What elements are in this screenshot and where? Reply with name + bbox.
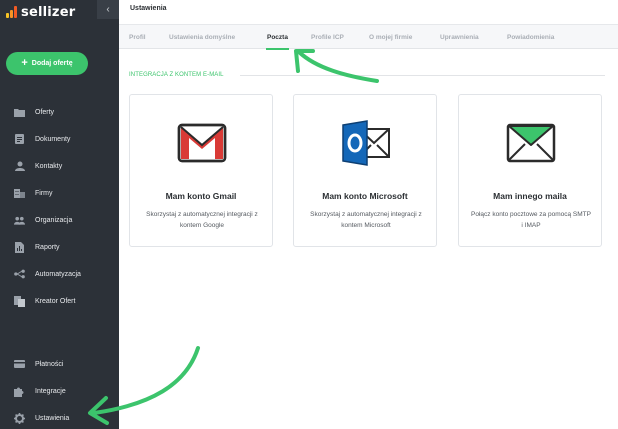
- card-description: Połącz konto pocztowe za pomocą SMTP i I…: [471, 211, 591, 229]
- gear-icon: [14, 412, 25, 424]
- section-heading: INTEGRACJA Z KONTEM E-MAIL: [129, 72, 224, 78]
- people-icon: [14, 215, 25, 226]
- tab-profile-icp[interactable]: Profile ICP: [311, 25, 344, 49]
- document-icon: [14, 134, 25, 145]
- sidebar-item-label: Kontakty: [35, 162, 63, 170]
- tab-poczta[interactable]: Poczta: [266, 25, 289, 50]
- gmail-card[interactable]: Mam konto Gmail Skorzystaj z automatyczn…: [129, 94, 273, 247]
- sidebar-item-label: Oferty: [35, 108, 55, 116]
- brand-name: sellizer: [21, 4, 76, 20]
- sidebar-item-label: Ustawienia: [35, 414, 70, 422]
- card-title: Mam konto Microsoft: [322, 191, 408, 201]
- add-offer-label: Dodaj ofertę: [31, 60, 73, 67]
- sidebar-item-dokumenty[interactable]: Dokumenty: [0, 128, 119, 150]
- card-title: Mam innego maila: [493, 191, 567, 201]
- tab-ustawienia-domyslne[interactable]: Ustawienia domyślne: [169, 25, 235, 49]
- sidebar-item-automatyzacja[interactable]: Automatyzacja: [0, 263, 119, 285]
- sidebar-item-kontakty[interactable]: Kontakty: [0, 155, 119, 177]
- top-bar: Ustawienia: [119, 0, 618, 25]
- offer-builder-icon: [14, 295, 25, 307]
- arrow-to-poczta-tab: [294, 49, 379, 83]
- report-icon: [14, 241, 25, 253]
- collapse-sidebar-button[interactable]: ‹: [97, 0, 119, 19]
- sidebar-item-label: Integracje: [35, 387, 66, 395]
- puzzle-icon: [14, 386, 25, 397]
- outlook-icon: [341, 119, 391, 167]
- sidebar-item-label: Raporty: [35, 243, 60, 251]
- tab-o-mojej-firmie[interactable]: O mojej firmie: [369, 25, 412, 49]
- settings-tabs: Profil Ustawienia domyślne Poczta Profil…: [119, 25, 618, 50]
- sidebar-item-raporty[interactable]: Raporty: [0, 236, 119, 258]
- user-icon: [14, 161, 25, 172]
- logo-bars-icon: [6, 6, 17, 18]
- tab-powiadomienia[interactable]: Powiadomienia: [507, 25, 554, 49]
- brand-logo[interactable]: sellizer: [6, 4, 76, 20]
- card-title: Mam konto Gmail: [165, 191, 237, 201]
- sidebar-item-label: Automatyzacja: [35, 270, 81, 278]
- chevron-left-icon: ‹: [106, 4, 110, 15]
- sidebar-item-ustawienia[interactable]: Ustawienia: [0, 407, 119, 429]
- envelope-icon: [506, 123, 556, 163]
- sidebar-item-oferty[interactable]: Oferty: [0, 101, 119, 123]
- page-title: Ustawienia: [130, 5, 167, 12]
- section-divider: [240, 75, 605, 76]
- sidebar-item-firmy[interactable]: Firmy: [0, 182, 119, 204]
- other-mail-card[interactable]: Mam innego maila Połącz konto pocztowe z…: [458, 94, 602, 247]
- add-offer-button[interactable]: + Dodaj ofertę: [6, 52, 88, 75]
- sidebar-item-label: Kreator Ofert: [35, 297, 76, 305]
- automation-icon: [14, 269, 25, 280]
- microsoft-card[interactable]: Mam konto Microsoft Skorzystaj z automat…: [293, 94, 437, 247]
- tab-profil[interactable]: Profil: [129, 25, 146, 49]
- sidebar-item-label: Płatności: [35, 360, 64, 368]
- sidebar-item-label: Dokumenty: [35, 135, 71, 143]
- folder-icon: [14, 107, 25, 118]
- card-description: Skorzystaj z automatycznej integracji z …: [310, 211, 422, 229]
- sidebar-item-label: Organizacja: [35, 216, 73, 224]
- sidebar: sellizer ‹ + Dodaj ofertę Oferty Dokumen…: [0, 0, 119, 429]
- sidebar-item-integracje[interactable]: Integracje: [0, 380, 119, 402]
- sidebar-item-organizacja[interactable]: Organizacja: [0, 209, 119, 231]
- sidebar-item-kreator-ofert[interactable]: Kreator Ofert: [0, 290, 119, 312]
- credit-card-icon: [14, 359, 25, 370]
- gmail-icon: [177, 123, 227, 163]
- sidebar-item-label: Firmy: [35, 189, 53, 197]
- sidebar-item-platnosci[interactable]: Płatności: [0, 353, 119, 375]
- tab-uprawnienia[interactable]: Uprawnienia: [440, 25, 479, 49]
- building-icon: [14, 188, 25, 199]
- card-description: Skorzystaj z automatycznej integracji z …: [146, 211, 258, 229]
- plus-icon: +: [21, 57, 28, 69]
